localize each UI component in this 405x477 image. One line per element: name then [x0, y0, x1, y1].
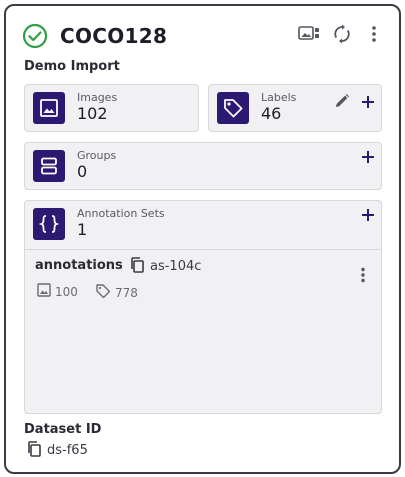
groups-count: 0 — [77, 162, 88, 181]
annotation-sets-label: Annotation Sets — [77, 207, 165, 220]
labels-count: 46 — [261, 104, 282, 123]
dataset-title: COCO128 — [60, 24, 168, 48]
copy-annotation-set-id-button[interactable] — [129, 257, 145, 277]
tag-icon — [95, 283, 111, 302]
braces-icon — [33, 208, 65, 240]
more-options-button[interactable] — [362, 24, 386, 48]
annotation-set-labels-stat: 778 — [95, 283, 138, 302]
groups-icon — [33, 150, 65, 182]
images-count: 102 — [77, 104, 108, 123]
dataset-subtitle: Demo Import — [24, 59, 120, 74]
image-icon — [33, 92, 65, 124]
copy-dataset-id-button[interactable] — [26, 441, 42, 461]
dataset-id-value: ds-f65 — [47, 443, 88, 458]
image-icon — [37, 283, 51, 300]
sync-icon — [333, 24, 351, 48]
images-label: Images — [77, 91, 118, 104]
labels-stat-panel[interactable]: Labels 46 — [208, 84, 382, 132]
copy-icon — [27, 441, 41, 461]
pencil-icon — [334, 93, 350, 113]
view-icon — [298, 25, 320, 47]
add-group-button[interactable] — [359, 149, 377, 167]
images-stat-panel[interactable]: Images 102 — [24, 84, 199, 132]
groups-stat-panel[interactable]: Groups 0 — [24, 142, 382, 190]
plus-icon — [361, 94, 375, 113]
more-vert-icon — [360, 267, 366, 287]
add-annotation-set-button[interactable] — [359, 207, 377, 225]
annotation-set-more-button[interactable] — [353, 267, 373, 287]
copy-icon — [130, 257, 144, 277]
edit-labels-button[interactable] — [333, 94, 351, 112]
plus-icon — [361, 207, 375, 226]
annotation-sets-count: 1 — [77, 220, 88, 239]
tag-icon — [217, 92, 249, 124]
divider — [25, 249, 381, 250]
annotation-set-id: as-104c — [150, 259, 202, 274]
dataset-card: COCO128 Demo Import Images 102 Labels 46… — [4, 4, 401, 474]
plus-icon — [361, 149, 375, 168]
annotation-sets-panel: Annotation Sets 1 annotations as-104c 10… — [24, 200, 382, 414]
annotation-set-images-count: 100 — [55, 284, 78, 299]
groups-label: Groups — [77, 149, 117, 162]
annotation-set-labels-count: 778 — [115, 285, 138, 300]
add-label-button[interactable] — [359, 94, 377, 112]
annotation-set-images-stat: 100 — [37, 283, 78, 300]
labels-label: Labels — [261, 91, 297, 104]
check-circle-icon — [22, 23, 48, 49]
more-vert-icon — [371, 25, 377, 47]
sync-button[interactable] — [330, 24, 354, 48]
dataset-id-label: Dataset ID — [24, 422, 102, 437]
view-details-button[interactable] — [297, 24, 321, 48]
annotation-set-name[interactable]: annotations — [35, 258, 123, 273]
